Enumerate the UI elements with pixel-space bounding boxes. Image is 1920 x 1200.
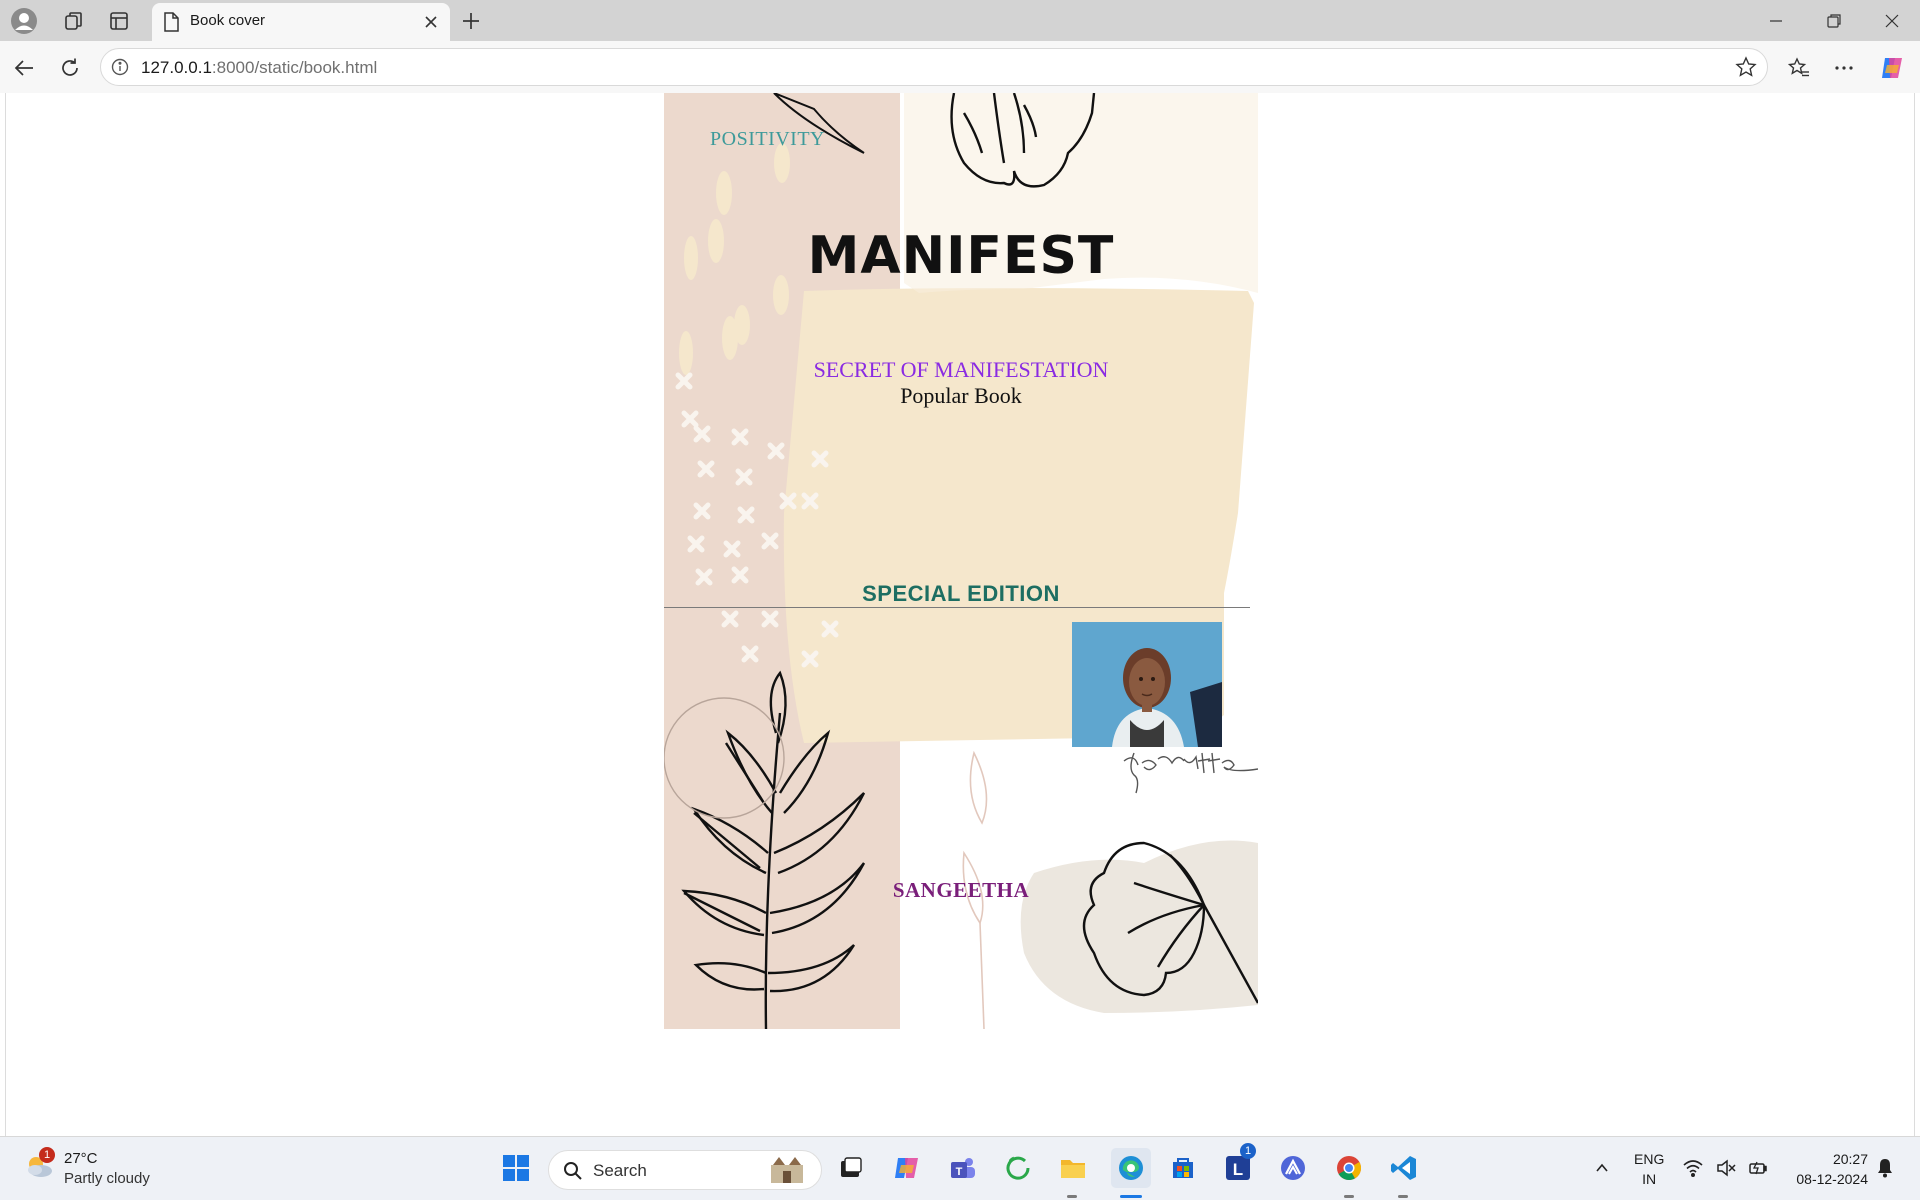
address-bar[interactable]: 127.0.0.1:8000/static/book.html (100, 48, 1768, 86)
site-info-icon[interactable] (111, 58, 129, 81)
tab-actions-icon[interactable] (101, 6, 137, 36)
l-app-badge: 1 (1240, 1143, 1256, 1159)
teams-icon[interactable]: T (946, 1151, 980, 1185)
copilot-app-icon[interactable] (890, 1151, 924, 1185)
favorite-star-icon[interactable] (1735, 56, 1757, 83)
file-explorer-icon[interactable] (1056, 1151, 1090, 1185)
clock-date: 08-12-2024 (1796, 1171, 1868, 1187)
profile-icon[interactable] (6, 6, 42, 36)
book-subtitle-secondary: Popular Book (900, 383, 1022, 408)
taskbar: 1 27°C Partly cloudy Search T L 1 ENG IN… (0, 1136, 1920, 1200)
svg-text:T: T (956, 1166, 963, 1178)
book-title: MANIFEST (807, 226, 1115, 286)
minimize-icon[interactable] (1748, 0, 1804, 41)
author-photo (1072, 622, 1222, 747)
signature-drawing (1123, 752, 1258, 794)
restore-icon[interactable] (1806, 0, 1862, 41)
more-options-icon[interactable] (1826, 51, 1862, 85)
search-icon (563, 1161, 583, 1186)
vscode-running-indicator (1398, 1195, 1408, 1198)
refresh-icon[interactable] (52, 51, 88, 85)
search-highlight-icon (765, 1155, 809, 1190)
workspaces-icon[interactable] (56, 6, 92, 36)
svg-text:L: L (1233, 1160, 1243, 1179)
book-subtitle: SECRET OF MANIFESTATION (813, 357, 1109, 382)
chevron-up-icon[interactable] (1585, 1151, 1619, 1185)
delta-app-icon[interactable] (1276, 1151, 1310, 1185)
search-placeholder: Search (593, 1161, 647, 1180)
task-view-icon[interactable] (834, 1151, 868, 1185)
tagline-text: POSITIVITY (710, 128, 825, 150)
edition-text: SPECIAL EDITION (862, 581, 1060, 606)
start-icon[interactable] (499, 1151, 533, 1185)
copilot-icon[interactable] (1874, 51, 1910, 85)
region-code: IN (1642, 1171, 1657, 1187)
tab-title: Book cover (190, 12, 266, 29)
weather-temperature[interactable]: 27°C (64, 1150, 98, 1167)
wifi-icon[interactable] (1680, 1151, 1706, 1185)
tab-strip: Book cover (0, 0, 1920, 41)
close-window-icon[interactable] (1864, 0, 1920, 41)
edge-icon[interactable] (1111, 1148, 1151, 1188)
vscode-icon[interactable] (1387, 1151, 1421, 1185)
notification-bell-icon[interactable] (1872, 1151, 1898, 1185)
divider-line (664, 607, 1250, 608)
browser-toolbar: 127.0.0.1:8000/static/book.html (0, 41, 1920, 93)
explorer-running-indicator (1067, 1195, 1077, 1198)
new-tab-icon[interactable] (455, 6, 487, 36)
url-text[interactable]: 127.0.0.1:8000/static/book.html (141, 58, 377, 78)
chrome-icon[interactable] (1332, 1151, 1366, 1185)
battery-icon[interactable] (1745, 1151, 1771, 1185)
clock-time: 20:27 (1832, 1151, 1868, 1167)
author-name: SANGEETHA (892, 878, 1030, 902)
taskbar-search[interactable]: Search (548, 1150, 822, 1190)
edge-active-indicator (1120, 1195, 1142, 1198)
speaker-muted-icon[interactable] (1713, 1151, 1739, 1185)
clock[interactable]: 20:27 08-12-2024 (1780, 1149, 1868, 1189)
chrome-running-indicator (1344, 1195, 1354, 1198)
tab-book-cover[interactable]: Book cover (152, 3, 450, 41)
language-indicator[interactable]: ENG IN (1634, 1149, 1664, 1189)
sync-app-icon[interactable] (1001, 1151, 1035, 1185)
url-host: 127.0.0.1 (141, 58, 212, 77)
weather-badge: 1 (39, 1147, 55, 1163)
page-icon (162, 12, 180, 37)
book-cover: POSITIVITY MANIFEST SECRET OF MANIFESTAT… (664, 93, 1258, 1029)
weather-condition[interactable]: Partly cloudy (64, 1170, 150, 1187)
url-path: :8000/static/book.html (211, 58, 378, 77)
favorites-icon[interactable] (1781, 51, 1817, 85)
back-icon[interactable] (6, 51, 42, 85)
language-code: ENG (1634, 1151, 1665, 1167)
close-tab-icon[interactable] (418, 9, 444, 35)
store-icon[interactable] (1166, 1151, 1200, 1185)
